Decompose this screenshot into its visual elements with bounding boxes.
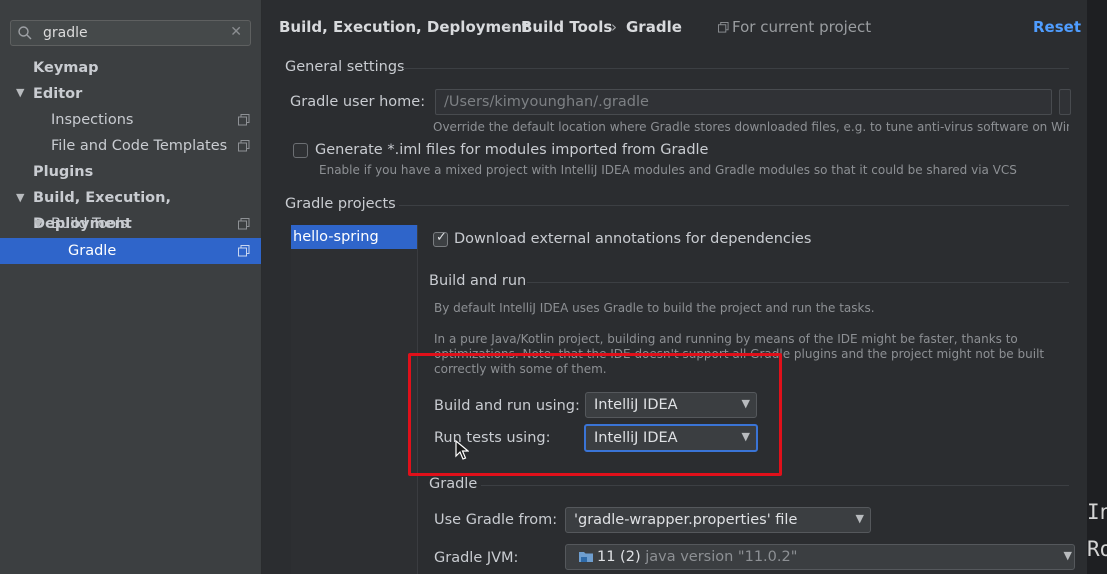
use-gradle-from-select[interactable]: 'gradle-wrapper.properties' file ▼ <box>565 507 871 533</box>
gradle-jvm-value: 11 (2) java version "11.0.2" <box>578 549 797 565</box>
gradle-user-home-value: /Users/kimyounghan/.gradle <box>444 94 649 110</box>
close-icon[interactable]: ✕ <box>230 24 242 40</box>
sidebar-item-plugins[interactable]: Plugins <box>33 159 93 185</box>
sidebar-item-editor[interactable]: Editor <box>33 81 82 107</box>
sidebar-item-inspections[interactable]: Inspections <box>51 107 133 133</box>
gradle-user-home-hint: Override the default location where Grad… <box>433 120 1069 134</box>
gradle-jvm-select[interactable]: 11 (2) java version "11.0.2" ▼ <box>565 544 1075 570</box>
browse-button[interactable] <box>1059 89 1071 115</box>
use-gradle-from-value: 'gradle-wrapper.properties' file <box>574 512 798 528</box>
divider <box>403 68 1069 69</box>
sidebar-item-gradle[interactable]: Gradle <box>68 238 116 264</box>
gradle-user-home-field[interactable]: /Users/kimyounghan/.gradle <box>435 89 1052 115</box>
dropdown-arrow-icon: ▼ <box>1063 549 1072 562</box>
editor-text: Ro <box>1087 537 1107 561</box>
settings-content: Build, Execution, Deployment › Build Too… <box>263 0 1087 574</box>
section-title-gradle-projects: Gradle projects <box>285 196 396 212</box>
breadcrumb-item[interactable]: Build, Execution, Deployment <box>279 18 529 36</box>
reset-link[interactable]: Reset <box>1033 18 1081 36</box>
sidebar-item-file-and-code-templates[interactable]: File and Code Templates <box>51 133 227 159</box>
divider <box>399 205 1069 206</box>
copy-icon <box>238 140 250 152</box>
gradle-jvm-label: Gradle JVM: <box>434 550 519 566</box>
settings-search-field[interactable]: gradle ✕ <box>10 20 251 46</box>
build-run-hint: In a pure Java/Kotlin project, building … <box>434 332 1018 346</box>
chevron-down-icon[interactable]: ▼ <box>16 86 24 99</box>
breadcrumb-separator: › <box>611 18 617 36</box>
copy-icon <box>238 218 250 230</box>
jvm-version-detail: java version "11.0.2" <box>645 549 798 565</box>
divider <box>527 282 1069 283</box>
generate-iml-hint: Enable if you have a mixed project with … <box>319 163 1017 177</box>
mouse-cursor-icon <box>455 440 469 460</box>
breadcrumb-item: Gradle <box>626 18 682 36</box>
editor-text: In <box>1087 500 1107 524</box>
section-title-build-and-run: Build and run <box>429 273 527 289</box>
build-run-hint: By default IntelliJ IDEA uses Gradle to … <box>434 301 875 315</box>
download-annotations-label[interactable]: Download external annotations for depend… <box>454 231 811 247</box>
divider <box>481 485 1069 486</box>
selected-row-highlight <box>0 238 261 264</box>
editor-edge: In Ro <box>1087 0 1107 574</box>
breadcrumb-separator: › <box>506 18 512 36</box>
section-title-gradle: Gradle <box>429 476 478 492</box>
folder-icon <box>579 552 593 562</box>
breadcrumb-item[interactable]: Build Tools <box>521 18 612 36</box>
use-gradle-from-label: Use Gradle from: <box>434 512 558 528</box>
sidebar-item-keymap[interactable]: Keymap <box>33 55 99 81</box>
copy-icon <box>238 245 250 257</box>
chevron-down-icon[interactable]: ▼ <box>16 191 24 204</box>
generate-iml-checkbox[interactable] <box>293 143 308 158</box>
sidebar-item-build-execution-deployment[interactable]: Build, Execution, Deployment <box>33 185 261 232</box>
sidebar-item-build-tools[interactable]: Build Tools <box>51 211 128 237</box>
jvm-version-number: 11 (2) <box>597 549 641 565</box>
chevron-down-icon[interactable]: ▼ <box>34 217 42 230</box>
dropdown-arrow-icon: ▼ <box>855 512 864 525</box>
generate-iml-label[interactable]: Generate *.iml files for modules importe… <box>315 142 708 158</box>
list-item[interactable]: hello-spring <box>291 225 417 249</box>
scope-text: For current project <box>732 18 872 36</box>
gradle-user-home-label: Gradle user home: <box>290 94 426 110</box>
scope-label: For current project <box>718 18 871 36</box>
copy-icon <box>238 114 250 126</box>
search-input[interactable]: gradle <box>43 25 88 41</box>
gradle-projects-list: hello-spring <box>291 225 418 574</box>
settings-sidebar: gradle ✕ Keymap ▼ Editor Inspections Fil… <box>0 0 262 574</box>
download-annotations-checkbox[interactable] <box>433 230 448 247</box>
copy-icon <box>718 22 729 33</box>
search-icon <box>18 26 32 40</box>
section-title-general: General settings <box>285 59 405 75</box>
